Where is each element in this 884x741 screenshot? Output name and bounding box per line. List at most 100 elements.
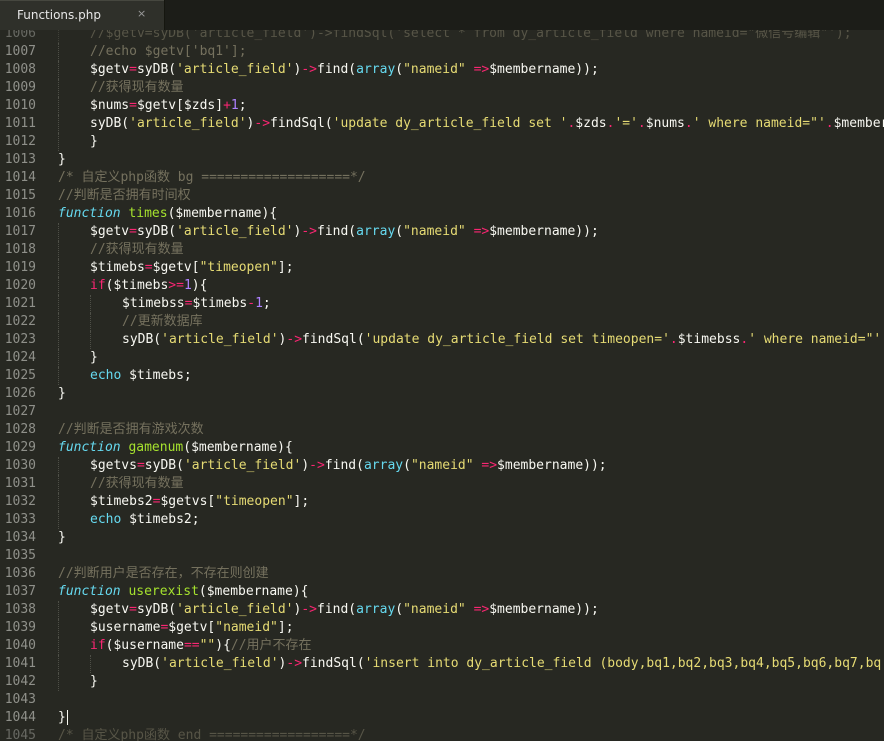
code-line[interactable]: 1043 (0, 691, 884, 709)
code-line[interactable]: 1045 /* 自定义php函数 end ==================*/ (0, 727, 884, 741)
line-number: 1007 (4, 44, 36, 59)
code-token-plain: ( (395, 62, 404, 77)
code-line[interactable]: 1035 (0, 547, 884, 565)
code-text: echo $timebs; (90, 367, 192, 385)
code-line[interactable]: 1014 /* 自定义php函数 bg ===================*/ (0, 169, 884, 187)
text-cursor (66, 710, 68, 725)
code-line[interactable]: 1022 //更新数据库 (0, 313, 884, 331)
code-line[interactable]: 1023 syDB('article_field')->findSql('upda… (0, 331, 884, 349)
line-number: 1010 (4, 98, 36, 113)
code-line[interactable]: 1012} (0, 133, 884, 151)
code-line[interactable]: 1041 syDB('article_field')->findSql('inse… (0, 655, 884, 673)
line-number: 1024 (4, 350, 36, 365)
code-line[interactable]: 1042} (0, 673, 884, 691)
code-token-number: 1 (230, 98, 239, 113)
code-token-plain: ]; (277, 620, 294, 635)
code-line[interactable]: 1008 $getv=syDB('article_field')->find(ar… (0, 61, 884, 79)
code-line[interactable]: 1009 //获得现有数量 (0, 79, 884, 97)
code-line[interactable]: 1029 function gamenum($membername){ (0, 439, 884, 457)
code-text: //获得现有数量 (90, 475, 184, 493)
code-line[interactable]: 1006 //$getv=syDB('article_field')->findS… (0, 30, 884, 43)
code-token-plain: $getv[ (168, 620, 216, 635)
indent-guide (58, 295, 59, 313)
code-token-operator: -> (286, 656, 303, 671)
code-line[interactable]: 1028 //判断是否拥有游戏次数 (0, 421, 884, 439)
code-line[interactable]: 1020 if($timebs>=1){ (0, 277, 884, 295)
indent-guide (58, 133, 59, 151)
close-icon[interactable]: × (137, 7, 146, 20)
code-line[interactable]: 1037 function userexist($membername){ (0, 583, 884, 601)
code-token-plain: $timebs (192, 296, 248, 311)
code-line[interactable]: 1007 //echo $getv['bq1']; (0, 43, 884, 61)
line-number: 1045 (4, 728, 36, 741)
code-line[interactable]: 1024} (0, 349, 884, 367)
code-text: } (90, 349, 98, 367)
code-text: } (90, 133, 98, 151)
line-number: 1029 (4, 440, 36, 455)
line-number: 1006 (4, 30, 36, 41)
line-number: 1028 (4, 422, 36, 437)
code-line[interactable]: 1015 //判断是否拥有时间权 (0, 187, 884, 205)
code-token-operator: + (223, 98, 231, 113)
code-line[interactable]: 1011 syDB('article_field')->findSql('upda… (0, 115, 884, 133)
code-token-operator: = (129, 602, 137, 617)
code-token-plain: } (90, 350, 98, 365)
code-line[interactable]: 1044} (0, 709, 884, 727)
code-line[interactable]: 1036 //判断用户是否存在，不存在则创建 (0, 565, 884, 583)
code-line[interactable]: 1038 $getv=syDB('article_field')->find(ar… (0, 601, 884, 619)
code-line[interactable]: 1018 //获得现有数量 (0, 241, 884, 259)
code-line[interactable]: 1040 if($username==""){//用户不存在 (0, 637, 884, 655)
code-line[interactable]: 1039 $username=$getv["nameid"]; (0, 619, 884, 637)
code-token-comment: //获得现有数量 (90, 476, 184, 491)
line-number: 1036 (4, 566, 36, 581)
code-text: //获得现有数量 (90, 241, 184, 259)
code-token-operator: -> (301, 224, 317, 239)
code-line[interactable]: 1017 $getv=syDB('article_field')->find(ar… (0, 223, 884, 241)
code-line[interactable]: 1031 //获得现有数量 (0, 475, 884, 493)
code-line[interactable]: 1033 echo $timebs2; (0, 511, 884, 529)
code-editor[interactable]: 1006 //$getv=syDB('article_field')->findS… (0, 30, 884, 741)
indent-guide (58, 475, 59, 493)
code-token-plain: $getv[ (152, 260, 200, 275)
code-token-plain: $username (90, 620, 161, 635)
code-line[interactable]: 1030 $getvs=syDB('article_field')->find(a… (0, 457, 884, 475)
code-token-string: 'article_field' (176, 224, 294, 239)
code-text: $getv=syDB('article_field')->find(array(… (90, 61, 599, 79)
code-token-operator: . (825, 116, 834, 131)
code-token-plain: ($username (105, 638, 184, 653)
code-token-plain: } (58, 152, 66, 167)
code-token-comment: //用户不存在 (230, 638, 312, 653)
code-line[interactable]: 1021 $timebss=$timebs-1; (0, 295, 884, 313)
code-line[interactable]: 1013} (0, 151, 884, 169)
line-number: 1009 (4, 80, 36, 95)
code-line[interactable]: 1026} (0, 385, 884, 403)
code-token-builtin: array (356, 602, 396, 617)
code-line[interactable]: 1019 $timebs=$getv["timeopen"]; (0, 259, 884, 277)
code-token-string: 'article_field' (183, 458, 302, 473)
code-token-string: 'article_field' (176, 62, 294, 77)
code-text: } (58, 385, 66, 403)
code-line[interactable]: 1032 $timebs2=$getvs["timeopen"]; (0, 493, 884, 511)
code-line[interactable]: 1034} (0, 529, 884, 547)
code-token-string: "nameid" (403, 224, 466, 239)
code-token-comment: //获得现有数量 (90, 80, 184, 95)
code-line[interactable]: 1027 (0, 403, 884, 421)
code-text: function times($membername){ (58, 205, 277, 223)
code-token-plain: ]; (293, 494, 310, 509)
code-line[interactable]: 1016 function times($membername){ (0, 205, 884, 223)
code-token-plain: $timebss (677, 332, 741, 347)
code-token-operator: => (481, 458, 498, 473)
tab-functions-php[interactable]: Functions.php × (0, 0, 165, 30)
code-token-operator: -> (301, 62, 317, 77)
code-token-plain: $nums (645, 116, 685, 131)
code-token-operator: - (247, 296, 256, 311)
line-number: 1041 (4, 656, 36, 671)
line-number: 1042 (4, 674, 36, 689)
code-token-plain: ( (403, 458, 411, 473)
indent-guide (58, 673, 59, 691)
line-number: 1019 (4, 260, 36, 275)
code-line[interactable]: 1025 echo $timebs; (0, 367, 884, 385)
code-line[interactable]: 1010 $nums=$getv[$zds]+1; (0, 97, 884, 115)
